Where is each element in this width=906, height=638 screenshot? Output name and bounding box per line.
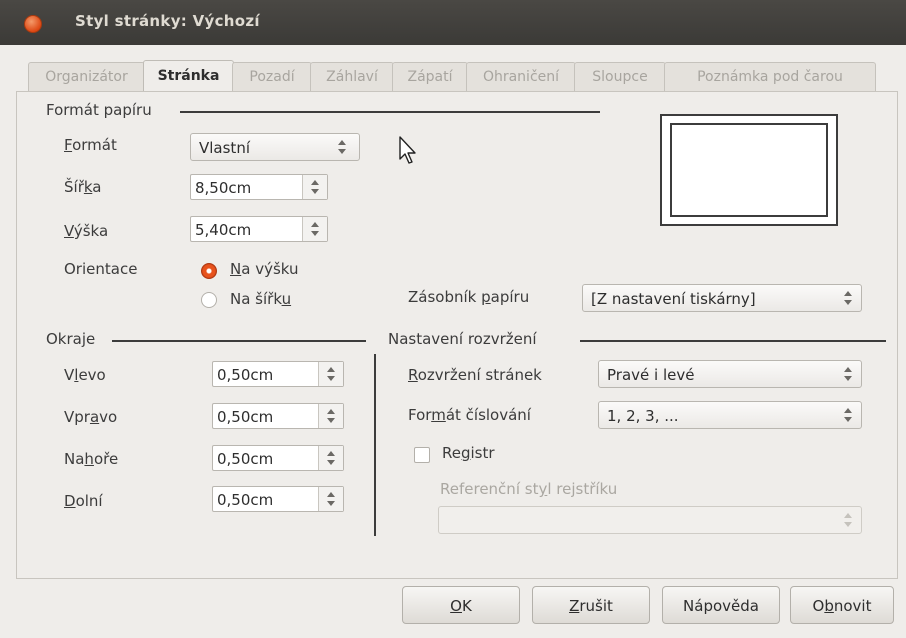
page-layout-select[interactable]: Pravé i levé	[598, 360, 862, 388]
numbering-select[interactable]: 1, 2, 3, ...	[598, 401, 862, 429]
spin-arrows-icon[interactable]	[318, 487, 343, 511]
title-bar: Styl stránky: Výchozí	[0, 0, 906, 45]
mouse-cursor-icon	[399, 136, 416, 164]
spin-arrows-icon	[843, 408, 853, 424]
spin-arrows-icon[interactable]	[302, 175, 327, 199]
ok-button[interactable]: OK	[402, 586, 520, 624]
numbering-label: Formát číslování	[408, 406, 531, 424]
page-preview-content	[670, 123, 828, 217]
tab-columns[interactable]: Sloupce	[574, 62, 666, 91]
spin-arrows-icon[interactable]	[318, 446, 343, 470]
orientation-label: Orientace	[64, 260, 138, 278]
separator	[374, 354, 376, 536]
paper-tray-label: Zásobník papíru	[408, 288, 530, 306]
separator	[180, 111, 600, 113]
tab-footer[interactable]: Zápatí	[392, 62, 468, 91]
margin-right-label: Vpravo	[64, 408, 118, 426]
width-spinbox[interactable]: 8,50cm	[190, 174, 328, 200]
margin-left-label: Vlevo	[64, 366, 106, 384]
tab-borders[interactable]: Ohraničení	[466, 62, 576, 91]
spin-arrows-icon	[843, 367, 853, 383]
spin-arrows-icon[interactable]	[318, 404, 343, 428]
page-preview	[660, 114, 838, 226]
paper-format-group-title: Formát papíru	[46, 101, 152, 119]
margin-left-spinbox[interactable]: 0,50cm	[212, 361, 344, 387]
tab-page[interactable]: Stránka	[143, 60, 234, 92]
margin-right-spinbox[interactable]: 0,50cm	[212, 403, 344, 429]
register-checkbox[interactable]	[414, 447, 430, 463]
format-select[interactable]: Vlastní	[190, 133, 360, 161]
tab-organizer[interactable]: Organizátor	[28, 62, 145, 91]
width-label: Šířka	[64, 178, 102, 196]
reference-style-select[interactable]	[438, 506, 862, 534]
margin-bottom-label: Dolní	[64, 492, 103, 510]
cancel-button[interactable]: Zrušit	[532, 586, 650, 624]
format-label: Formát	[64, 136, 117, 154]
landscape-label: Na šířku	[230, 290, 292, 308]
margins-group-title: Okraje	[46, 330, 96, 348]
height-spinbox[interactable]: 5,40cm	[190, 216, 328, 242]
height-label: Výška	[64, 222, 109, 240]
reference-style-label: Referenční styl rejstříku	[440, 480, 618, 498]
tab-background[interactable]: Pozadí	[232, 62, 312, 91]
margin-top-label: Nahoře	[64, 450, 119, 468]
page-layout-label: Rozvržení stránek	[408, 366, 542, 384]
separator	[580, 340, 886, 342]
tab-header[interactable]: Záhlaví	[310, 62, 394, 91]
margin-bottom-spinbox[interactable]: 0,50cm	[212, 486, 344, 512]
tab-footnote[interactable]: Poznámka pod čarou	[664, 62, 876, 91]
landscape-radio[interactable]	[201, 292, 217, 308]
spin-arrows-icon[interactable]	[302, 217, 327, 241]
reset-button[interactable]: Obnovit	[790, 586, 894, 624]
margin-top-spinbox[interactable]: 0,50cm	[212, 445, 344, 471]
paper-tray-select[interactable]: [Z nastavení tiskárny]	[582, 284, 862, 312]
spin-arrows-icon	[843, 291, 853, 307]
register-label: Registr	[442, 444, 495, 462]
portrait-radio[interactable]	[201, 263, 217, 279]
close-icon[interactable]	[24, 15, 42, 33]
spin-arrows-icon	[843, 513, 853, 529]
portrait-label: Na výšku	[230, 260, 299, 278]
layout-group-title: Nastavení rozvržení	[388, 330, 537, 348]
window-title: Styl stránky: Výchozí	[75, 12, 260, 30]
help-button[interactable]: Nápověda	[662, 586, 780, 624]
spin-arrows-icon[interactable]	[318, 362, 343, 386]
separator	[112, 340, 366, 342]
spin-arrows-icon	[337, 140, 347, 156]
